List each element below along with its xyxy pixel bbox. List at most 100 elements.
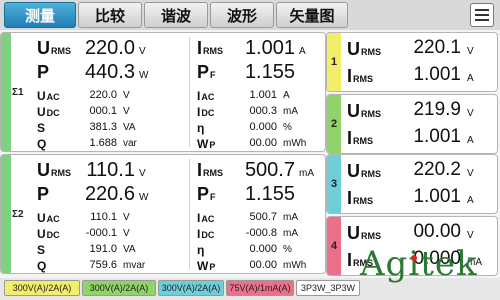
symbol-subscript: RMS (203, 46, 224, 56)
measurement-row: η 0.000% (197, 242, 327, 257)
tab-compare[interactable]: 比较 (78, 2, 142, 28)
measurement-value: 220.2 (413, 159, 461, 180)
sigma-panel-1: Σ1 URMS 220.0 V P 440.3 W UAC 220.0 V UDC 000.1 V S 38… (0, 32, 326, 152)
quantity-symbol: WP (197, 137, 215, 151)
measurement-unit: VA (123, 122, 136, 133)
symbol-subscript: P (209, 140, 216, 150)
measurement-value: 1.001 (413, 64, 461, 85)
quantity-symbol: IAC (197, 89, 214, 103)
quantity-symbol: η (197, 121, 205, 135)
measurement-unit: mvar (123, 260, 146, 271)
measurement-value: 000.3 (249, 105, 277, 117)
measurement-unit: W (139, 70, 149, 81)
measurement-row: IAC 500.7 mA (197, 210, 327, 225)
measurement-unit: mA (283, 106, 298, 117)
measurement-unit: mWh (283, 260, 307, 271)
measurement-value: -000.8 (245, 227, 277, 239)
measurement-row: IRMS 500.7 mA (197, 159, 327, 183)
symbol-letter: U (347, 223, 360, 243)
measurement-value: 440.3 (84, 61, 135, 83)
quantity-symbol: URMS (347, 101, 381, 122)
symbol-subscript: F (210, 192, 216, 202)
channel-number: 3 (330, 178, 338, 190)
range-indicator: 300V(A)/2A(A) (158, 280, 224, 296)
measurement-value: 219.9 (413, 99, 461, 120)
quantity-symbol: IAC (197, 211, 214, 225)
measurement-value: 1.155 (244, 61, 295, 83)
symbol-letter: U (37, 38, 50, 58)
symbol-letter: P (197, 184, 210, 204)
tab-measure[interactable]: 测量 (4, 2, 76, 28)
hamburger-menu-icon[interactable] (470, 3, 494, 27)
symbol-subscript: RMS (203, 168, 224, 178)
measurement-row: URMS 220.0 V (37, 37, 167, 61)
measurement-row: Q 759.6 mvar (37, 258, 167, 273)
measurement-row: P 440.3 W (37, 61, 167, 85)
symbol-subscript: DC (201, 108, 215, 118)
symbol-letter: I (197, 211, 201, 225)
symbol-subscript: RMS (361, 109, 381, 119)
quantity-symbol: URMS (347, 39, 381, 60)
sigma-label: Σ1 (12, 87, 24, 98)
sigma-color-stripe (1, 155, 11, 273)
measurement-value: 500.7 (249, 211, 277, 223)
symbol-subscript: RMS (361, 169, 381, 179)
sigma-color-stripe (1, 33, 11, 151)
measurement-value: 000.1 (89, 105, 117, 117)
quantity-symbol: Q (37, 137, 47, 151)
symbol-subscript: RMS (353, 74, 374, 84)
quantity-symbol: S (37, 243, 46, 257)
quantity-symbol: URMS (347, 223, 381, 244)
quantity-symbol: URMS (37, 160, 71, 181)
measurement-value: 191.0 (89, 243, 117, 255)
symbol-letter: W (197, 137, 209, 151)
tab-vector[interactable]: 矢量图 (276, 2, 348, 28)
symbol-subscript: DC (46, 108, 60, 118)
tab-waveform[interactable]: 波形 (210, 2, 274, 28)
symbol-letter: I (347, 250, 353, 270)
quantity-symbol: IDC (197, 227, 214, 241)
quantity-symbol: UAC (37, 89, 60, 103)
measurement-value: 1.001 (249, 89, 277, 101)
measurement-value: 1.155 (244, 183, 295, 205)
symbol-letter: I (197, 89, 201, 103)
measurement-value: 110.1 (86, 159, 135, 181)
quantity-symbol: UDC (37, 227, 60, 241)
measurement-unit: mA (283, 228, 298, 239)
measurement-unit: V (467, 230, 474, 241)
symbol-letter: P (197, 62, 210, 82)
symbol-letter: Q (37, 137, 47, 151)
symbol-subscript: AC (46, 214, 60, 224)
measurement-unit: V (123, 106, 130, 117)
quantity-symbol: Q (37, 259, 47, 273)
measurement-unit: V (139, 168, 146, 179)
symbol-letter: U (347, 39, 360, 59)
measurement-unit: var (123, 138, 137, 149)
quantity-symbol: PF (197, 184, 216, 205)
quantity-symbol: UAC (37, 211, 60, 225)
symbol-letter: S (37, 243, 46, 257)
measurement-unit: V (123, 212, 130, 223)
symbol-letter: I (197, 38, 203, 58)
symbol-letter: U (37, 227, 46, 241)
measurement-value: 220.6 (84, 183, 135, 205)
measurement-unit: V (467, 168, 474, 179)
measurement-value: 1.001 (413, 186, 461, 207)
quantity-symbol: P (37, 184, 50, 205)
symbol-subscript: RMS (353, 196, 374, 206)
quantity-symbol: P (37, 62, 50, 83)
quantity-symbol: IRMS (197, 160, 223, 181)
range-indicator: 300V(A)/2A(A) (4, 280, 80, 296)
measurement-row: S 381.3 VA (37, 120, 167, 135)
symbol-letter: I (197, 105, 201, 119)
channel-measurement-row: URMS 00.00 V (347, 221, 495, 245)
measurement-unit: A (467, 195, 474, 206)
tab-harmonic[interactable]: 谐波 (144, 2, 208, 28)
measurement-row: IDC -000.8 mA (197, 226, 327, 241)
measurement-unit: mA (299, 168, 314, 179)
symbol-subscript: AC (201, 214, 215, 224)
measurement-value: 220.0 (84, 37, 135, 59)
channel-measurement-row: IRMS 1.001 A (347, 186, 495, 210)
agitek-watermark-logo: Agitek (360, 244, 478, 284)
measurement-row: PF 1.155 (197, 61, 327, 85)
